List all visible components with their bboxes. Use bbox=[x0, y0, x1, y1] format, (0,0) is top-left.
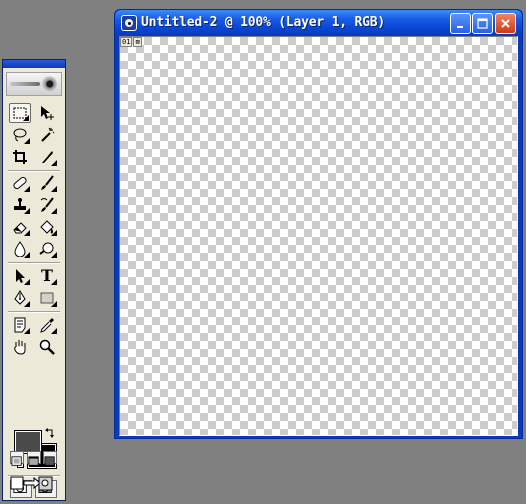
dodge-tool[interactable] bbox=[36, 239, 58, 259]
dodge-icon bbox=[39, 242, 54, 255]
slice-tool[interactable] bbox=[36, 147, 58, 167]
eraser-tool[interactable] bbox=[9, 217, 31, 237]
full-screen-icon bbox=[44, 456, 55, 466]
eyedropper-tool[interactable] bbox=[36, 315, 58, 335]
rectangle-icon bbox=[40, 292, 54, 304]
info-indicator: ⊠ bbox=[133, 37, 142, 47]
minimize-button[interactable] bbox=[450, 13, 471, 34]
type-icon: T bbox=[41, 266, 53, 285]
jump-to-imageready-button[interactable] bbox=[10, 474, 54, 492]
close-icon bbox=[501, 19, 510, 28]
marquee-icon bbox=[13, 107, 27, 119]
history-brush-tool[interactable] bbox=[36, 195, 58, 215]
minimize-icon bbox=[457, 26, 463, 28]
healing-brush-tool[interactable] bbox=[9, 173, 31, 193]
full-screen-mode-button[interactable] bbox=[43, 451, 57, 466]
clone-stamp-tool[interactable] bbox=[9, 195, 31, 215]
eyedropper-icon bbox=[40, 318, 54, 333]
standard-screen-mode-button[interactable] bbox=[10, 451, 24, 466]
full-screen-menu-icon bbox=[28, 456, 39, 466]
toolbox-titlebar[interactable] bbox=[3, 60, 65, 68]
document-window: Untitled-2 @ 100% (Layer 1, RGB) 01 ⊠ bbox=[114, 9, 523, 439]
crop-icon bbox=[13, 150, 27, 164]
jump-to-imageready-icon bbox=[10, 476, 53, 491]
path-selection-tool[interactable] bbox=[9, 266, 31, 286]
hand-tool[interactable] bbox=[9, 337, 31, 357]
brush-tool[interactable] bbox=[36, 173, 58, 193]
eye-icon bbox=[41, 76, 57, 92]
lasso-icon bbox=[13, 128, 27, 142]
crop-tool[interactable] bbox=[9, 147, 31, 167]
lasso-tool[interactable] bbox=[9, 125, 31, 145]
arrow-pointer-icon bbox=[16, 269, 25, 283]
canvas-status-strip: 01 ⊠ bbox=[120, 37, 142, 47]
type-tool[interactable]: T bbox=[36, 266, 58, 286]
full-screen-menu-mode-button[interactable] bbox=[27, 451, 41, 466]
pen-icon bbox=[14, 290, 26, 305]
magic-wand-icon bbox=[41, 127, 55, 142]
droplet-icon bbox=[14, 241, 26, 257]
move-icon bbox=[41, 106, 54, 120]
stamp-icon bbox=[14, 198, 26, 210]
toolbox-divider bbox=[8, 262, 60, 264]
hand-icon bbox=[14, 340, 26, 355]
document-title: Untitled-2 @ 100% (Layer 1, RGB) bbox=[141, 15, 386, 30]
maximize-button[interactable] bbox=[472, 13, 493, 34]
layer-indicator: 01 bbox=[120, 37, 133, 47]
feather-icon bbox=[10, 82, 40, 86]
toolbox-divider bbox=[8, 170, 60, 172]
slice-icon bbox=[42, 151, 53, 163]
pen-tool[interactable] bbox=[9, 288, 31, 308]
magic-wand-tool[interactable] bbox=[36, 125, 58, 145]
rectangular-marquee-tool[interactable] bbox=[9, 103, 31, 123]
photoshop-logo[interactable] bbox=[6, 72, 62, 96]
move-tool[interactable] bbox=[36, 103, 58, 123]
maximize-icon bbox=[477, 18, 488, 29]
magnifier-icon bbox=[39, 339, 55, 355]
eraser-icon bbox=[13, 222, 27, 234]
toolbox-palette: T bbox=[2, 59, 66, 501]
document-titlebar[interactable]: Untitled-2 @ 100% (Layer 1, RGB) bbox=[115, 10, 522, 36]
blur-tool[interactable] bbox=[9, 239, 31, 259]
brush-icon bbox=[41, 175, 54, 190]
note-icon bbox=[14, 317, 26, 333]
paint-bucket-icon bbox=[40, 220, 54, 234]
zoom-tool[interactable] bbox=[36, 337, 58, 357]
toolbox-divider bbox=[8, 311, 60, 313]
transparent-canvas[interactable]: 01 ⊠ bbox=[119, 36, 518, 436]
notes-tool[interactable] bbox=[9, 315, 31, 335]
rectangle-shape-tool[interactable] bbox=[36, 288, 58, 308]
close-button[interactable] bbox=[495, 13, 516, 34]
screen-mode-icon bbox=[11, 456, 22, 466]
history-brush-icon bbox=[40, 197, 54, 212]
bandage-icon bbox=[13, 176, 27, 190]
swap-colors-icon[interactable] bbox=[45, 428, 55, 438]
photoshop-document-icon[interactable] bbox=[121, 15, 137, 31]
paint-bucket-tool[interactable] bbox=[36, 217, 58, 237]
